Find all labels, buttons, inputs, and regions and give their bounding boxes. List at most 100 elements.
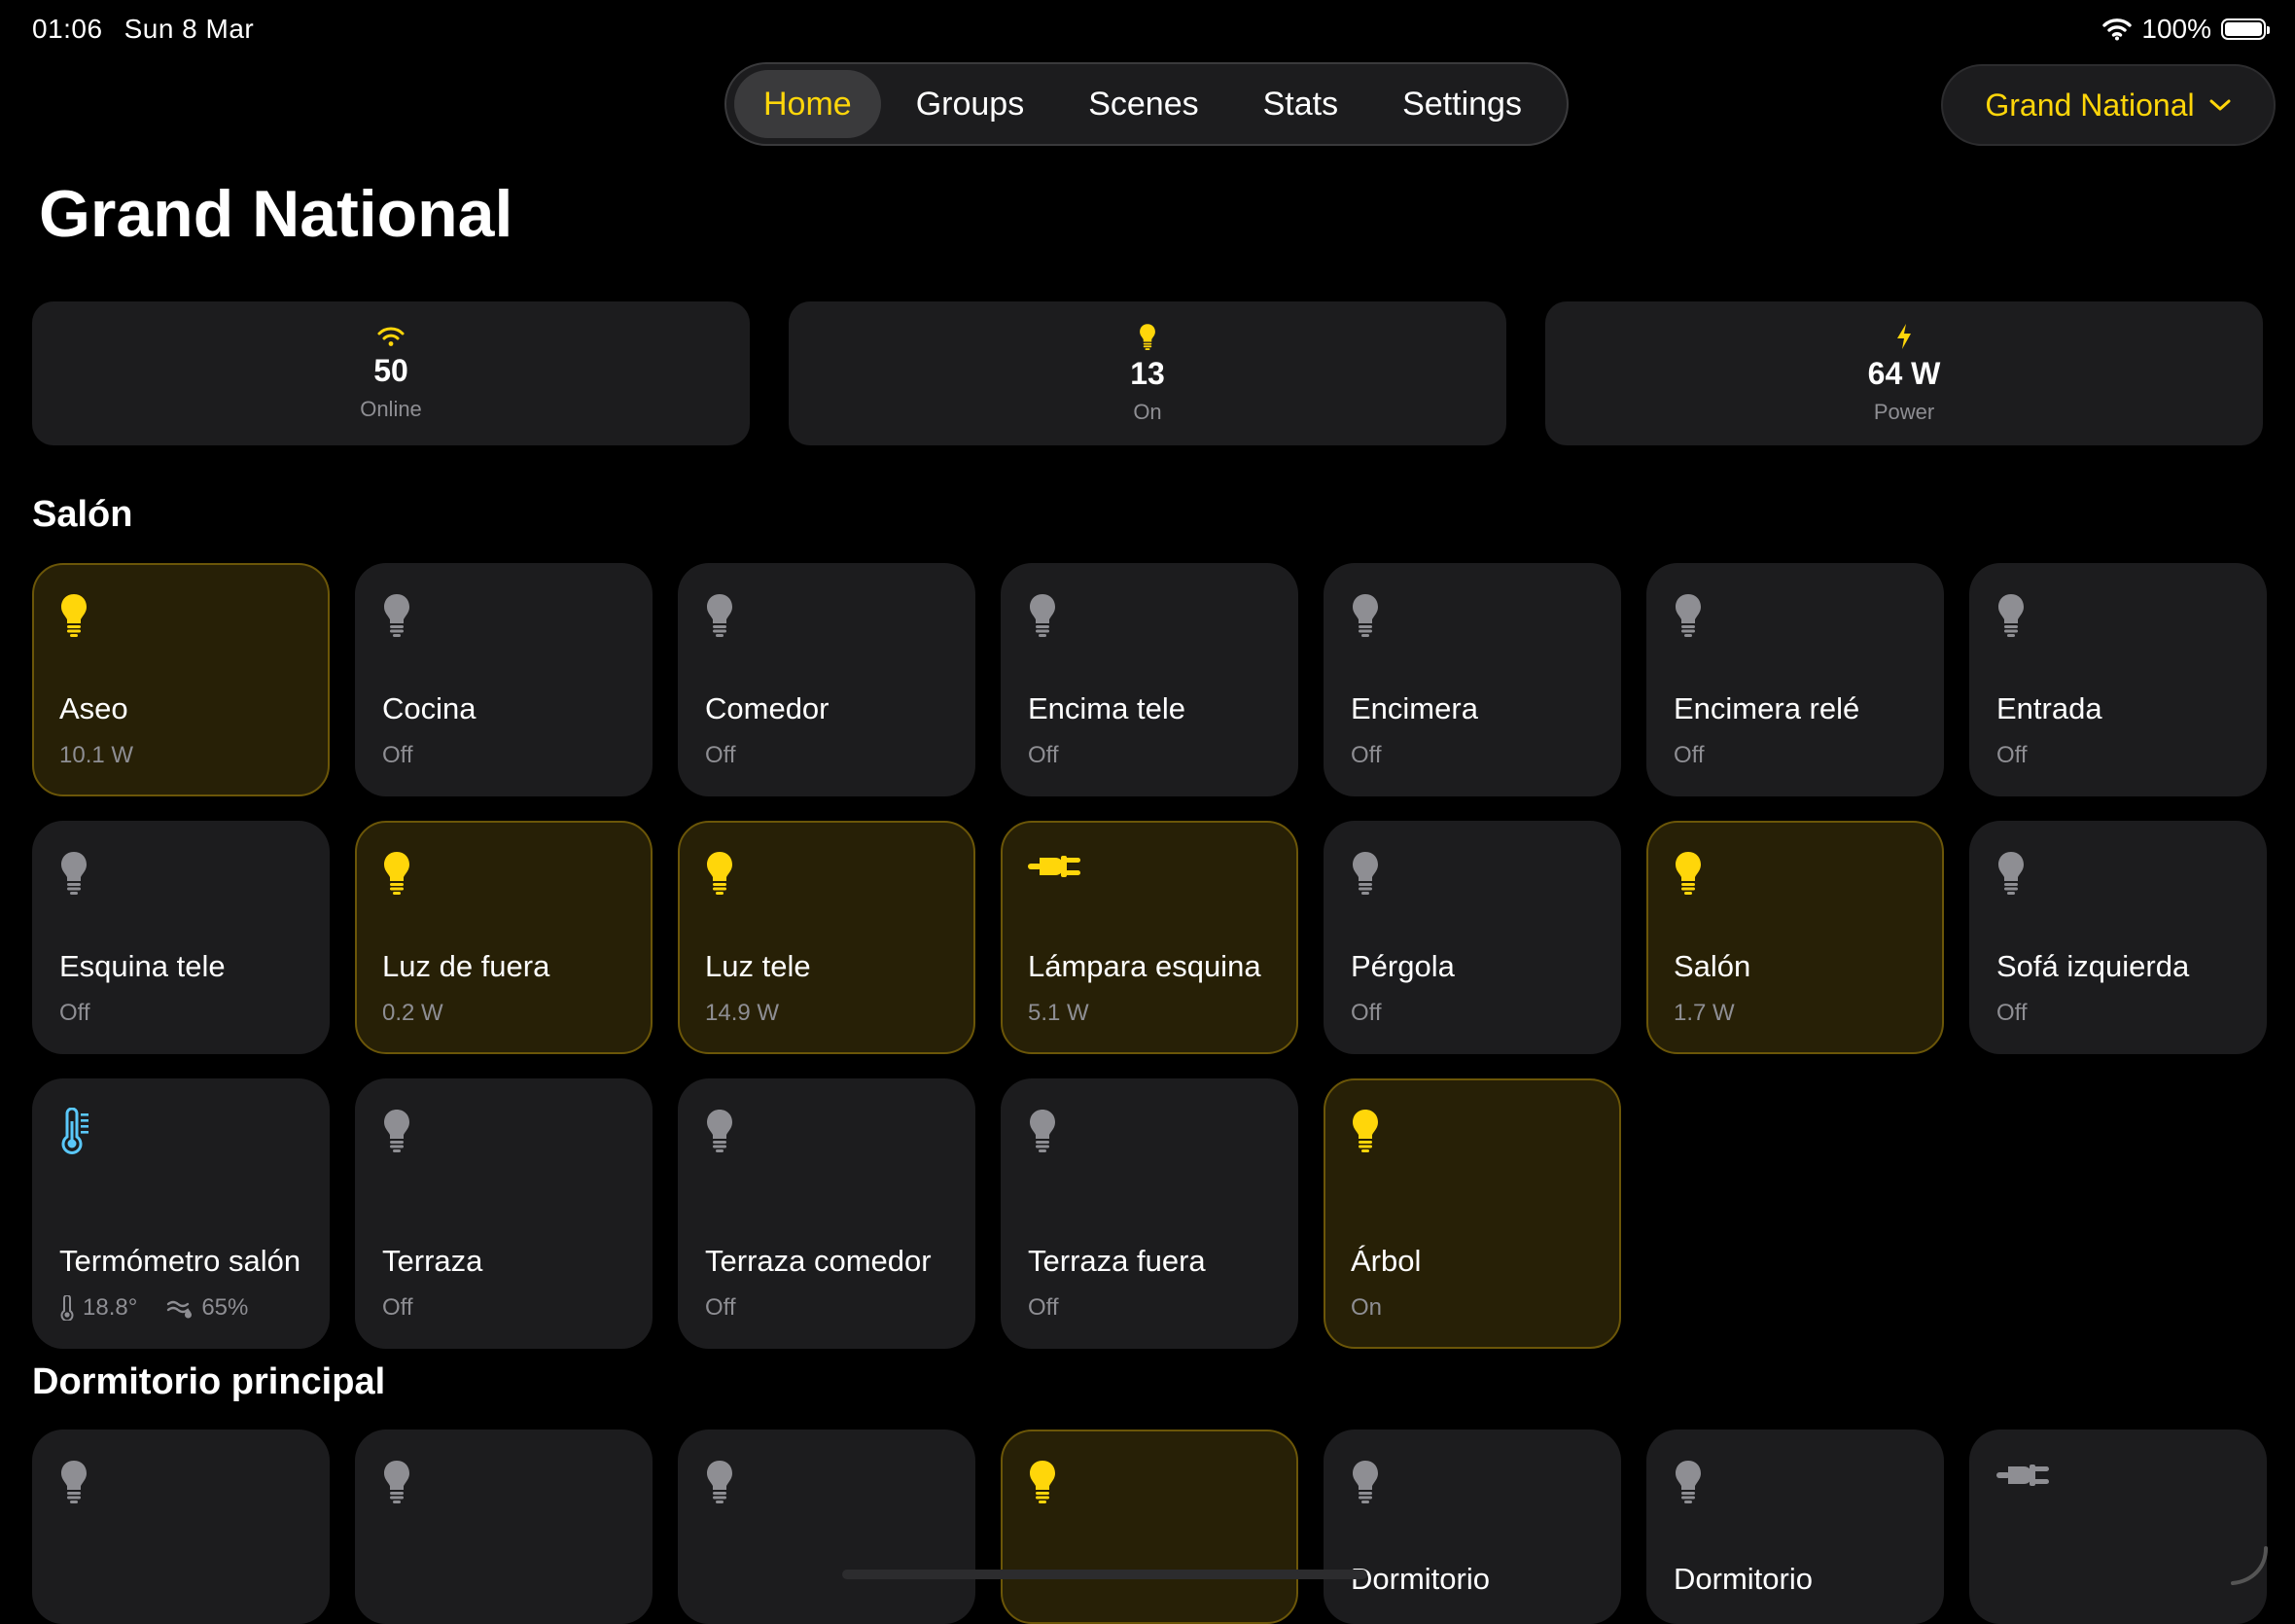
- device-status: On: [1351, 1294, 1383, 1321]
- summary-power-card: 64 W Power: [1545, 301, 2263, 445]
- location-picker-button[interactable]: Grand National: [1941, 64, 2276, 146]
- device-name: Pérgola: [1351, 949, 1455, 983]
- device-name: Cocina: [382, 691, 477, 725]
- bulb-icon: [1028, 1459, 1057, 1508]
- device-name: Dormitorio: [1674, 1562, 1813, 1596]
- device-tile-blank-3[interactable]: [1001, 1430, 1298, 1624]
- device-tile-arbol[interactable]: Árbol On: [1324, 1078, 1621, 1349]
- device-status: 5.1 W: [1028, 1000, 1089, 1026]
- device-status: Off: [705, 742, 736, 768]
- home-indicator[interactable]: [842, 1570, 1367, 1579]
- device-tile-esquina-tele[interactable]: Esquina tele Off: [32, 821, 330, 1054]
- tab-home[interactable]: Home: [734, 70, 881, 138]
- device-tile-terraza-comedor[interactable]: Terraza comedor Off: [678, 1078, 975, 1349]
- device-status: Off: [382, 1294, 413, 1321]
- device-tile-luz-tele[interactable]: Luz tele 14.9 W: [678, 821, 975, 1054]
- device-name: Luz de fuera: [382, 949, 550, 983]
- bulb-icon: [382, 592, 411, 642]
- device-tile-blank-6[interactable]: [1969, 1430, 2267, 1624]
- bulb-icon: [1028, 592, 1057, 642]
- device-name: Esquina tele: [59, 949, 226, 983]
- device-tile-dormitorio[interactable]: Dormitorio: [1646, 1430, 1944, 1624]
- device-name: Entrada: [1996, 691, 2102, 725]
- bulb-icon: [382, 1108, 411, 1157]
- bulb-icon: [705, 592, 734, 642]
- device-status: Off: [1996, 1000, 2028, 1026]
- device-name: Encima tele: [1028, 691, 1185, 725]
- bulb-icon: [705, 1108, 734, 1157]
- bulb-icon: [1351, 1108, 1380, 1157]
- bulb-icon: [1674, 850, 1703, 900]
- device-status: Off: [1674, 742, 1705, 768]
- tab-bar: Home Groups Scenes Stats Settings: [724, 62, 1569, 146]
- device-name: Sofá izquierda: [1996, 949, 2190, 983]
- humidity-value: 65%: [201, 1294, 249, 1321]
- plug-icon: [1996, 1459, 2051, 1497]
- device-tile-sofa-izquierda[interactable]: Sofá izquierda Off: [1969, 821, 2267, 1054]
- device-name: Dormitorio: [1351, 1562, 1490, 1596]
- device-tile-blank-2[interactable]: [678, 1430, 975, 1624]
- device-status: 14.9 W: [705, 1000, 780, 1026]
- device-status: Off: [382, 742, 413, 768]
- bulb-icon: [1351, 1459, 1380, 1508]
- device-name: Encimera relé: [1674, 691, 1860, 725]
- device-status: 10.1 W: [59, 742, 134, 768]
- bulb-icon: [59, 592, 88, 642]
- device-tile-comedor[interactable]: Comedor Off: [678, 563, 975, 796]
- tab-scenes[interactable]: Scenes: [1059, 70, 1227, 138]
- device-tile-termometro-salon[interactable]: Termómetro salón 18.8° 65%: [32, 1078, 330, 1349]
- device-status: Off: [705, 1294, 736, 1321]
- wifi-icon: [377, 327, 405, 346]
- status-left: 01:06 Sun 8 Mar: [32, 14, 254, 45]
- device-tile-dormitorio[interactable]: Dormitorio: [1324, 1430, 1621, 1624]
- device-grid-dormitorio-row-1: Dormitorio Dormitorio: [32, 1430, 2267, 1624]
- bulb-icon: [382, 850, 411, 900]
- device-tile-encimera-rele[interactable]: Encimera relé Off: [1646, 563, 1944, 796]
- device-name: Aseo: [59, 691, 128, 725]
- bulb-icon: [705, 1459, 734, 1508]
- window-resize-handle-icon[interactable]: [2227, 1544, 2270, 1587]
- device-status: Off: [59, 1000, 90, 1026]
- device-tile-aseo[interactable]: Aseo 10.1 W: [32, 563, 330, 796]
- device-tile-blank-0[interactable]: [32, 1430, 330, 1624]
- plug-icon: [1028, 850, 1082, 888]
- bulb-icon: [59, 1459, 88, 1508]
- device-tile-encima-tele[interactable]: Encima tele Off: [1001, 563, 1298, 796]
- device-name: Terraza fuera: [1028, 1244, 1206, 1278]
- status-date: Sun 8 Mar: [124, 14, 255, 44]
- device-tile-encimera[interactable]: Encimera Off: [1324, 563, 1621, 796]
- device-name: Lámpara esquina: [1028, 949, 1261, 983]
- bolt-icon: [1897, 323, 1911, 349]
- device-name: Luz tele: [705, 949, 811, 983]
- summary-power-label: Power: [1873, 399, 1935, 424]
- device-name: Salón: [1674, 949, 1751, 983]
- device-tile-terraza-fuera[interactable]: Terraza fuera Off: [1001, 1078, 1298, 1349]
- device-tile-terraza[interactable]: Terraza Off: [355, 1078, 653, 1349]
- device-tile-luz-de-fuera[interactable]: Luz de fuera 0.2 W: [355, 821, 653, 1054]
- device-tile-cocina[interactable]: Cocina Off: [355, 563, 653, 796]
- thermometer-icon: [59, 1107, 90, 1159]
- status-bar: 01:06 Sun 8 Mar 100%: [0, 14, 2295, 53]
- device-grid-salon-row-1: Aseo 10.1 W Cocina Off Comedor Off Encima tele…: [32, 563, 2267, 796]
- wifi-status-icon: [2102, 18, 2133, 41]
- status-time: 01:06: [32, 14, 103, 44]
- tab-settings[interactable]: Settings: [1373, 70, 1551, 138]
- device-tile-entrada[interactable]: Entrada Off: [1969, 563, 2267, 796]
- bulb-icon: [1996, 592, 2026, 642]
- device-tile-blank-1[interactable]: [355, 1430, 653, 1624]
- tab-stats[interactable]: Stats: [1234, 70, 1367, 138]
- bulb-icon: [1140, 323, 1155, 350]
- temperature-value: 18.8°: [83, 1294, 138, 1321]
- device-status: Off: [1028, 742, 1059, 768]
- device-grid-salon-row-2: Esquina tele Off Luz de fuera 0.2 W Luz tele…: [32, 821, 2267, 1054]
- device-tile-lampara-esquina[interactable]: Lámpara esquina 5.1 W: [1001, 821, 1298, 1054]
- device-tile-pergola[interactable]: Pérgola Off: [1324, 821, 1621, 1054]
- bulb-icon: [1674, 592, 1703, 642]
- tab-groups[interactable]: Groups: [887, 70, 1054, 138]
- summary-on-label: On: [1133, 399, 1162, 424]
- device-tile-salon[interactable]: Salón 1.7 W: [1646, 821, 1944, 1054]
- chevron-down-icon: [2209, 99, 2231, 111]
- device-grid-salon-row-3: Termómetro salón 18.8° 65% Terraza Off Terraz…: [32, 1078, 2267, 1349]
- humidity-icon: [167, 1300, 193, 1319]
- bulb-icon: [705, 850, 734, 900]
